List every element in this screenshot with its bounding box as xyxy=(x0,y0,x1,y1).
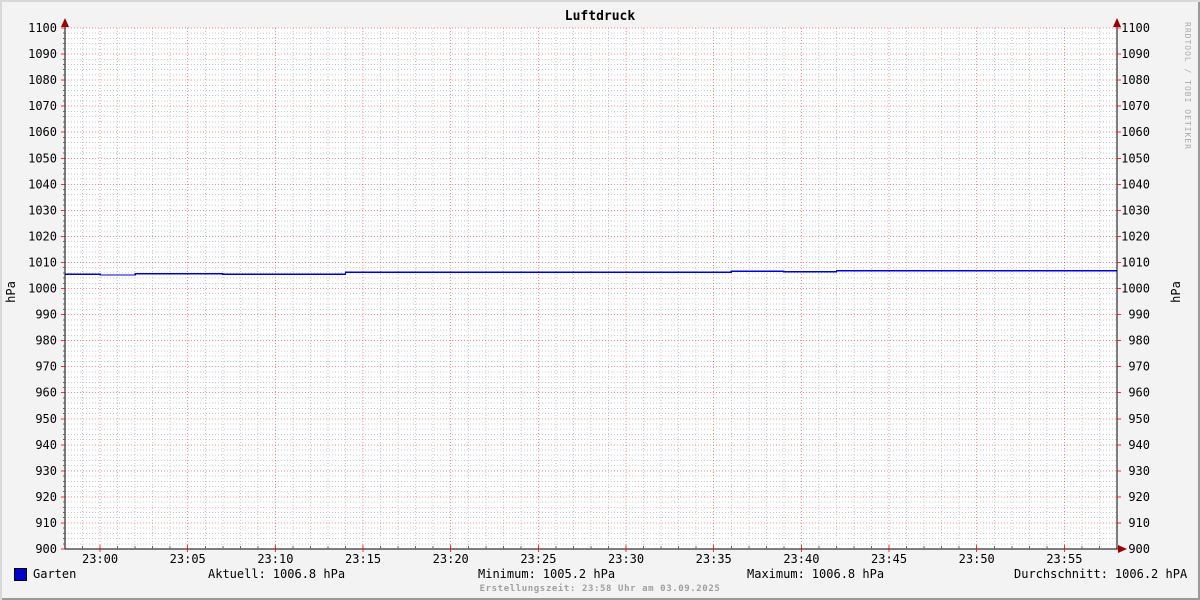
y-tick-label: 960 xyxy=(1128,386,1150,400)
x-tick-labels: 23:00 23:05 23:10 23:15 23:20 23:25 23:30 23:35… xyxy=(82,552,1082,566)
y-tick-label: 1070 xyxy=(1121,99,1150,113)
creation-timestamp: Erstellungszeit: 23:58 Uhr am 03.09.2025 xyxy=(479,584,721,594)
y-tick-label: 970 xyxy=(35,360,57,374)
x-tick-label: 23:45 xyxy=(871,552,907,566)
y-tick-label: 1010 xyxy=(28,255,57,269)
y-tick-label: 990 xyxy=(1128,308,1150,322)
y-axis-label-right: hPa xyxy=(1169,281,1183,303)
y-tick-label: 900 xyxy=(1128,542,1150,556)
axis-arrow-right xyxy=(1118,545,1127,553)
y-tick-label: 950 xyxy=(35,412,57,426)
y-tick-label: 1080 xyxy=(28,73,57,87)
y-tick-label: 1020 xyxy=(28,229,57,243)
y-tick-label: 1040 xyxy=(28,177,57,191)
chart-title: Luftdruck xyxy=(564,9,636,24)
y-tick-label: 940 xyxy=(35,438,57,452)
y-tick-label: 1090 xyxy=(28,47,57,61)
stat-aktuell-value: 1006.8 hPa xyxy=(272,567,346,581)
x-tick-label: 23:10 xyxy=(257,552,293,566)
y-tick-label: 910 xyxy=(1128,516,1150,530)
stat-minimum-label: Minimum: xyxy=(478,567,536,581)
stat-minimum-value: 1005.2 hPa xyxy=(542,567,616,581)
y-tick-label: 1030 xyxy=(1121,203,1150,217)
x-tick-label: 23:15 xyxy=(345,552,381,566)
y-tick-label: 1050 xyxy=(1121,151,1150,165)
stat-maximum-label: Maximum: xyxy=(747,567,805,581)
y-tick-label: 1060 xyxy=(28,125,57,139)
y-tick-label: 930 xyxy=(1128,464,1150,478)
legend-label: Garten xyxy=(33,567,77,581)
y-tick-label: 930 xyxy=(35,464,57,478)
chart-canvas: 900 910 920 930 940 950 960 970 980 990 1000 1010 10… xyxy=(28,18,1150,566)
y-tick-label: 1070 xyxy=(28,99,57,113)
y-tick-labels-right: 900 910 920 930 940 950 960 970 980 990 1000 1010 10… xyxy=(1121,21,1150,556)
y-tick-labels-left: 900 910 920 930 940 950 960 970 980 990 1000 1010 10… xyxy=(28,21,57,556)
x-tick-label: 23:30 xyxy=(608,552,644,566)
y-tick-label: 920 xyxy=(1128,490,1150,504)
y-tick-label: 920 xyxy=(35,490,57,504)
rrdtool-graph: 900 910 920 930 940 950 960 970 980 990 1000 1010 10… xyxy=(0,0,1200,600)
y-axis-label-left: hPa xyxy=(4,281,18,303)
stat-durchschnitt-value: 1006.2 hPA xyxy=(1114,567,1188,581)
stat-maximum: Maximum: 1006.8 hPa xyxy=(747,567,884,581)
x-tick-label: 23:05 xyxy=(170,552,206,566)
stat-aktuell-label: Aktuell: xyxy=(208,567,266,581)
legend-stats-row: Garten Aktuell: 1006.8 hPa Minimum: 1005.2… xyxy=(0,567,1200,583)
y-tick-label: 1040 xyxy=(1121,177,1150,191)
y-tick-label: 1020 xyxy=(1121,229,1150,243)
legend-item-garten: Garten xyxy=(14,567,76,581)
y-tick-label: 960 xyxy=(35,386,57,400)
x-tick-label: 23:40 xyxy=(783,552,819,566)
rrdtool-watermark: RRDTOOL / TOBI OETIKER xyxy=(1183,22,1192,150)
y-tick-label: 950 xyxy=(1128,412,1150,426)
y-tick-label: 1010 xyxy=(1121,255,1150,269)
x-tick-label: 23:50 xyxy=(959,552,995,566)
y-tick-label: 910 xyxy=(35,516,57,530)
stat-durchschnitt-label: Durchschnitt: xyxy=(1014,567,1108,581)
stat-aktuell: Aktuell: 1006.8 hPa xyxy=(208,567,345,581)
y-tick-label: 980 xyxy=(1128,334,1150,348)
y-tick-label: 1000 xyxy=(1121,282,1150,296)
y-tick-label: 1060 xyxy=(1121,125,1150,139)
x-tick-label: 23:20 xyxy=(433,552,469,566)
y-tick-label: 980 xyxy=(35,334,57,348)
stat-durchschnitt: Durchschnitt: 1006.2 hPA xyxy=(1014,567,1187,581)
legend-color-swatch xyxy=(14,567,27,581)
x-tick-label: 23:25 xyxy=(520,552,556,566)
y-tick-label: 1000 xyxy=(28,282,57,296)
y-tick-label: 970 xyxy=(1128,360,1150,374)
x-tick-label: 23:55 xyxy=(1046,552,1082,566)
y-tick-label: 940 xyxy=(1128,438,1150,452)
x-tick-label: 23:00 xyxy=(82,552,118,566)
x-tick-label: 23:35 xyxy=(696,552,732,566)
y-tick-label: 1080 xyxy=(1121,73,1150,87)
y-tick-label: 990 xyxy=(35,308,57,322)
y-tick-label: 900 xyxy=(35,542,57,556)
y-tick-label: 1090 xyxy=(1121,47,1150,61)
stat-minimum: Minimum: 1005.2 hPa xyxy=(478,567,615,581)
y-tick-label: 1030 xyxy=(28,203,57,217)
stat-maximum-value: 1006.8 hPa xyxy=(811,567,885,581)
y-tick-label: 1050 xyxy=(28,151,57,165)
